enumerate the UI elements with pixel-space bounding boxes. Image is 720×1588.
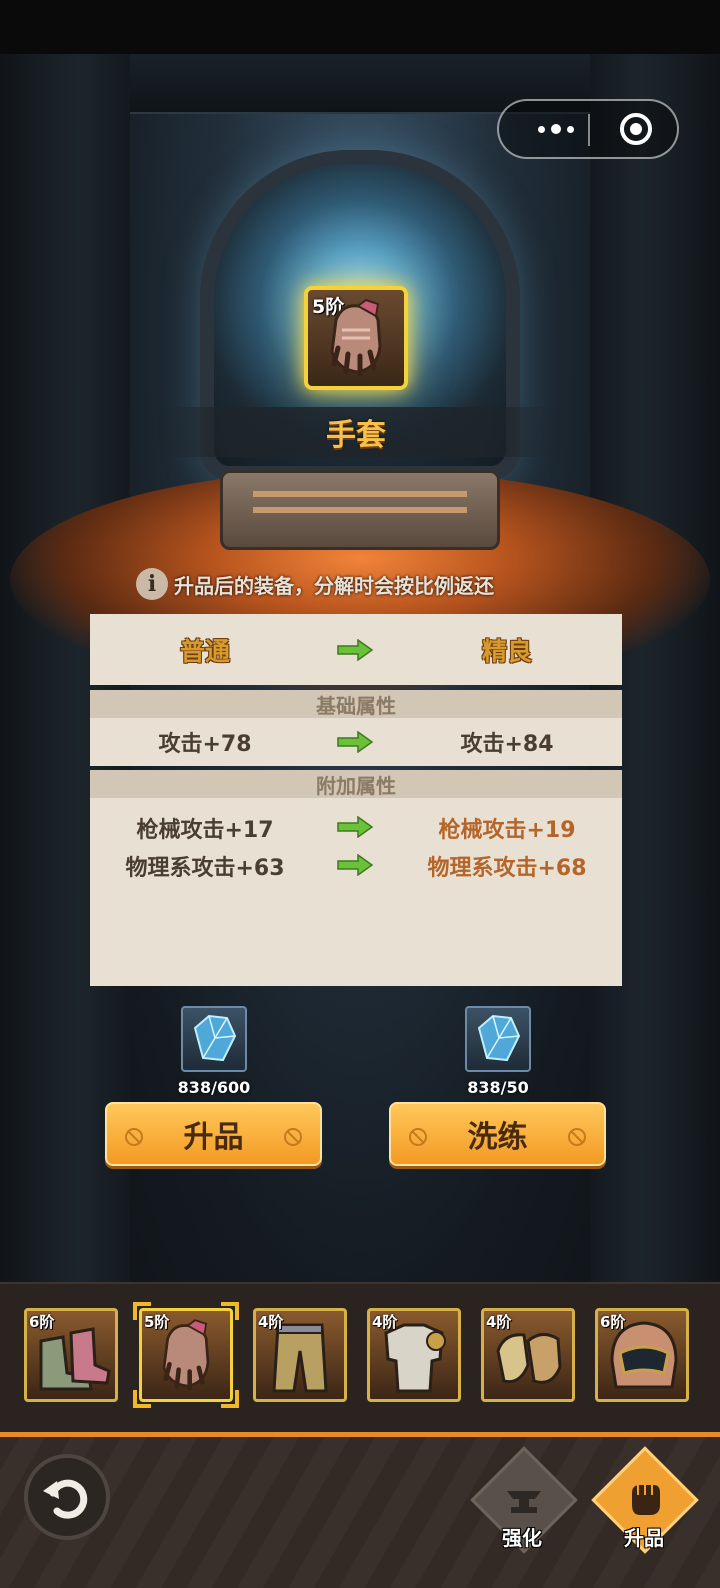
extra-stat-from: 枪械攻击+17 (136, 818, 274, 843)
game-screen: 5阶 手套 i 升品后的装备，分解时会按比例返还 普通 精良 基础属性 攻击+7… (0, 0, 720, 1588)
extra-stats-title: 附加属性 (316, 773, 396, 798)
slot-tier: 6阶 (29, 1313, 55, 1331)
equipment-slot-boots[interactable]: 6阶 (24, 1308, 118, 1402)
base-stat-row: 攻击+78 攻击+84 (90, 718, 622, 766)
extra-stats-list: 枪械攻击+17 枪械攻击+19 物理系攻击+63 物理系攻击+68 (90, 798, 622, 986)
arrow-right-icon (336, 731, 374, 753)
arrow-right-icon (336, 816, 374, 838)
tab-upgrade-label: 升品 (624, 1526, 664, 1550)
rarity-compare-row: 普通 精良 (90, 614, 622, 685)
arrow-right-icon (336, 854, 374, 876)
equipment-slot-armor[interactable]: 4阶 (367, 1308, 461, 1402)
miniapp-capsule (497, 99, 679, 159)
equipment-slot-helmet[interactable]: 6阶 (595, 1308, 689, 1402)
slot-tier: 4阶 (486, 1313, 512, 1331)
featured-item-frame: 5阶 (304, 286, 408, 390)
extra-stat-to: 物理系攻击+68 (427, 856, 587, 881)
pedestal (220, 470, 500, 550)
to-rarity: 精良 (481, 636, 532, 666)
extra-stats-header: 附加属性 (90, 770, 622, 798)
ban-icon (284, 1128, 302, 1146)
ban-icon (409, 1128, 427, 1146)
crystal-icon (181, 1006, 247, 1072)
refine-button[interactable]: 洗练 (389, 1102, 606, 1166)
equipment-slot-gauntlet[interactable]: 4阶 (481, 1308, 575, 1402)
from-rarity: 普通 (179, 636, 230, 666)
equipment-slot-pants[interactable]: 4阶 (253, 1308, 347, 1402)
refine-material-count: 838/50 (467, 1078, 529, 1097)
base-stats-title: 基础属性 (316, 693, 396, 718)
slot-tier: 4阶 (372, 1313, 398, 1331)
crystal-icon (465, 1006, 531, 1072)
upgrade-notice: i 升品后的装备，分解时会按比例返还 (136, 565, 596, 603)
more-menu-icon[interactable] (521, 101, 591, 157)
extra-stat-from: 物理系攻击+63 (125, 856, 285, 881)
base-stat-from: 攻击+78 (158, 732, 252, 757)
capsule-divider (588, 114, 590, 146)
upgrade-button[interactable]: 升品 (105, 1102, 322, 1166)
ban-icon (125, 1128, 143, 1146)
base-stat-to: 攻击+84 (460, 732, 554, 757)
back-button[interactable] (24, 1454, 110, 1540)
status-bar-area (0, 0, 720, 54)
ban-icon (568, 1128, 586, 1146)
undo-arrow-icon (43, 1479, 88, 1519)
upgrade-button-label: 升品 (183, 1120, 244, 1155)
item-name: 手套 (326, 418, 386, 453)
slot-tier: 5阶 (144, 1313, 170, 1331)
extra-stat-to: 枪械攻击+19 (438, 818, 576, 843)
item-name-banner: 手套 (146, 407, 566, 457)
slot-tier: 4阶 (258, 1313, 284, 1331)
arrow-right-icon (336, 638, 374, 661)
close-miniapp-icon[interactable] (620, 113, 652, 145)
refine-button-label: 洗练 (467, 1120, 528, 1155)
base-stats-header: 基础属性 (90, 690, 622, 718)
glove-icon (330, 298, 382, 377)
notice-text: 升品后的装备，分解时会按比例返还 (174, 573, 494, 598)
upgrade-material-count: 838/600 (177, 1078, 251, 1097)
info-icon: i (136, 568, 168, 600)
tab-enhance-label: 强化 (502, 1526, 542, 1550)
slot-tier: 6阶 (600, 1313, 626, 1331)
equipment-slot-glove[interactable]: 5阶 (139, 1308, 233, 1402)
